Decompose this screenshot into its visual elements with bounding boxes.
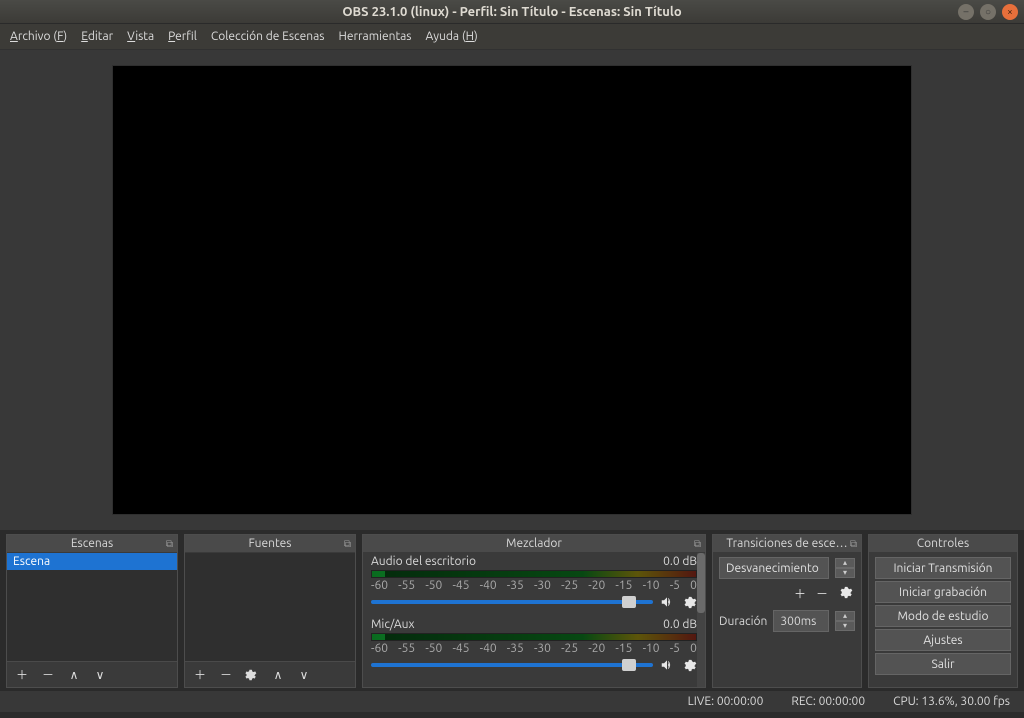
duration-value: 300ms [780,615,816,628]
duration-label: Duración [719,615,767,628]
menu-herramientas[interactable]: Herramientas [338,30,411,43]
add-transition-button[interactable]: ＋ [794,585,806,602]
status-bar: LIVE: 00:00:00 REC: 00:00:00 CPU: 13.6%,… [0,690,1024,712]
meter-ticks: -60-55-50-45-40-35-30-25-20-15-10-50 [371,642,697,655]
scenes-title: Escenas [71,537,113,550]
track-db: 0.0 dB [663,618,697,631]
menu-editar[interactable]: Editar [81,30,113,43]
detach-icon[interactable]: ⧉ [344,538,351,550]
minimize-button[interactable]: – [958,4,974,20]
window-controls: – ○ × [958,4,1018,20]
transitions-body: Desvanecimiento ▴▾ ＋ － Duración 300ms ▴▾ [713,553,861,687]
mixer-body: Audio del escritorio 0.0 dB -60-55-50-45… [363,553,705,687]
detach-icon[interactable]: ⧉ [850,538,857,550]
speaker-icon[interactable] [659,657,675,673]
preview-canvas[interactable] [112,65,912,515]
sources-panel: Fuentes ⧉ ＋ － ∧ ∨ [184,534,356,688]
scene-up-button[interactable]: ∧ [65,668,83,682]
scene-item[interactable]: Escena [7,553,177,570]
transition-select[interactable]: Desvanecimiento [719,557,829,579]
source-up-button[interactable]: ∧ [269,668,287,682]
slider-thumb[interactable] [622,596,636,608]
transition-spin[interactable]: ▴▾ [835,558,855,578]
mixer-track-mic: Mic/Aux 0.0 dB -60-55-50-45-40-35-30-25-… [363,616,705,679]
controls-header[interactable]: Controles [869,535,1017,553]
track-db: 0.0 dB [663,555,697,568]
detach-icon[interactable]: ⧉ [166,538,173,550]
detach-icon[interactable]: ⧉ [694,538,701,550]
sources-header[interactable]: Fuentes ⧉ [185,535,355,553]
duration-spin[interactable]: ▴▾ [835,611,855,631]
menu-ayuda[interactable]: Ayuda (H) [426,30,478,43]
mixer-scrollbar[interactable] [697,553,705,687]
remove-source-button[interactable]: － [217,666,235,683]
mixer-track-desktop: Audio del escritorio 0.0 dB -60-55-50-45… [363,553,705,616]
gear-icon[interactable] [681,594,697,610]
track-name: Mic/Aux [371,618,415,631]
track-name: Audio del escritorio [371,555,476,568]
menu-vista[interactable]: Vista [127,30,154,43]
transition-settings-button[interactable] [838,585,853,602]
remove-transition-button[interactable]: － [816,585,828,602]
transitions-header[interactable]: Transiciones de esce… ⧉ [713,535,861,553]
start-recording-button[interactable]: Iniciar grabación [875,581,1011,603]
controls-body: Iniciar Transmisión Iniciar grabación Mo… [869,553,1017,687]
preview-area [0,50,1024,530]
slider-thumb[interactable] [622,659,636,671]
scene-down-button[interactable]: ∨ [91,668,109,682]
volume-slider[interactable] [371,600,653,604]
speaker-icon[interactable] [659,594,675,610]
remove-scene-button[interactable]: － [39,666,57,683]
title-bar: OBS 23.1.0 (linux) - Perfil: Sin Título … [0,0,1024,24]
studio-mode-button[interactable]: Modo de estudio [875,605,1011,627]
dock-panels: Escenas ⧉ Escena ＋ － ∧ ∨ Fuentes ⧉ ＋ － ∧… [0,530,1024,690]
status-live: LIVE: 00:00:00 [688,695,764,708]
scenes-panel: Escenas ⧉ Escena ＋ － ∧ ∨ [6,534,178,688]
source-settings-button[interactable] [243,668,261,682]
scenes-list[interactable]: Escena [7,553,177,661]
controls-panel: Controles Iniciar Transmisión Iniciar gr… [868,534,1018,688]
mixer-header[interactable]: Mezclador ⧉ [363,535,705,553]
status-cpu: CPU: 13.6%, 30.00 fps [893,695,1010,708]
source-down-button[interactable]: ∨ [295,668,313,682]
menu-perfil[interactable]: Perfil [168,30,197,43]
sources-list[interactable] [185,553,355,661]
window-title: OBS 23.1.0 (linux) - Perfil: Sin Título … [342,5,681,19]
transition-selected: Desvanecimiento [726,562,819,575]
menu-bar: Archivo (F) Editar Vista Perfil Colecció… [0,24,1024,50]
transitions-title: Transiciones de esce… [726,537,847,550]
exit-button[interactable]: Salir [875,653,1011,675]
close-button[interactable]: × [1002,4,1018,20]
sources-title: Fuentes [249,537,292,550]
mixer-title: Mezclador [506,537,562,550]
controls-title: Controles [917,537,969,550]
settings-button[interactable]: Ajustes [875,629,1011,651]
scenes-header[interactable]: Escenas ⧉ [7,535,177,553]
volume-slider[interactable] [371,663,653,667]
add-scene-button[interactable]: ＋ [13,666,31,683]
scenes-toolbar: ＋ － ∧ ∨ [7,661,177,687]
gear-icon[interactable] [681,657,697,673]
meter-ticks: -60-55-50-45-40-35-30-25-20-15-10-50 [371,579,697,592]
volume-meter [371,570,697,578]
transitions-panel: Transiciones de esce… ⧉ Desvanecimiento … [712,534,862,688]
start-streaming-button[interactable]: Iniciar Transmisión [875,557,1011,579]
add-source-button[interactable]: ＋ [191,666,209,683]
sources-toolbar: ＋ － ∧ ∨ [185,661,355,687]
menu-coleccion[interactable]: Colección de Escenas [211,30,325,43]
duration-input[interactable]: 300ms [773,610,829,632]
menu-archivo[interactable]: Archivo (F) [10,30,67,43]
volume-meter [371,633,697,641]
mixer-panel: Mezclador ⧉ Audio del escritorio 0.0 dB … [362,534,706,688]
maximize-button[interactable]: ○ [980,4,996,20]
status-rec: REC: 00:00:00 [791,695,865,708]
